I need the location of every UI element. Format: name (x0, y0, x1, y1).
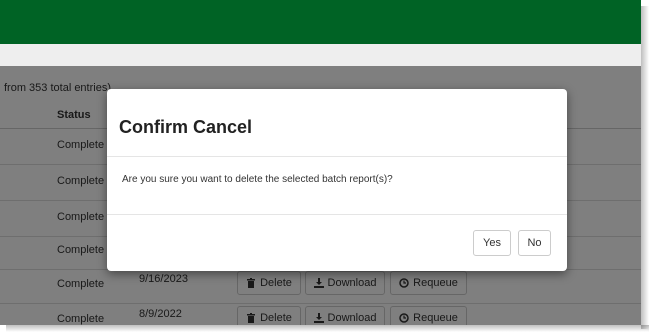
dialog-header-divider (107, 156, 567, 157)
dialog-footer-divider (107, 214, 567, 215)
frame-shadow-bottom (6, 325, 649, 332)
no-button[interactable]: No (518, 230, 551, 256)
confirm-cancel-dialog: Confirm Cancel Are you sure you want to … (107, 89, 567, 271)
app-frame: from 353 total entries) Status Complete … (0, 0, 641, 325)
dialog-message: Are you sure you want to delete the sele… (122, 174, 393, 185)
frame-shadow-right (641, 6, 649, 329)
dialog-title: Confirm Cancel (119, 117, 253, 137)
yes-button[interactable]: Yes (473, 230, 511, 256)
sub-toolbar (0, 44, 641, 67)
top-header-bar (0, 0, 641, 44)
